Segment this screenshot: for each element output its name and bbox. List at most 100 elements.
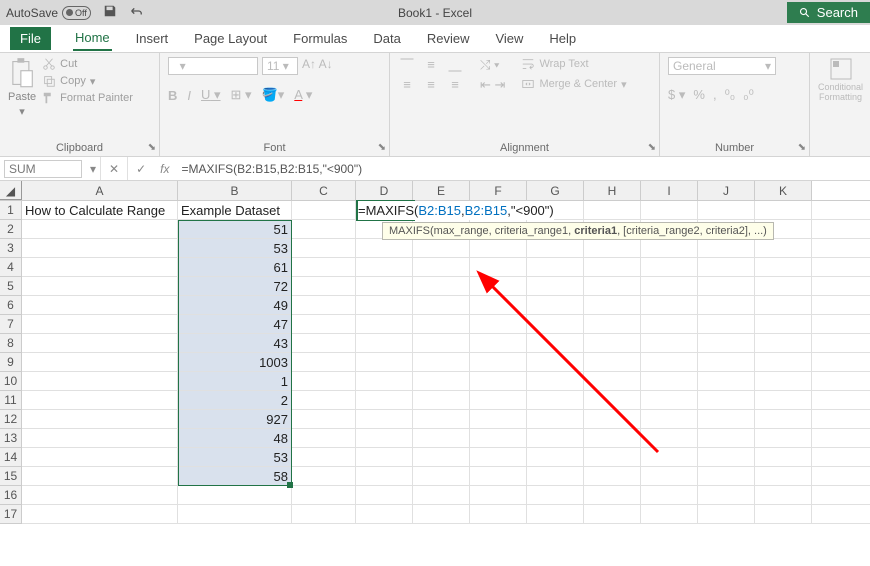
cell-f17[interactable] <box>470 505 527 523</box>
cell-k12[interactable] <box>755 410 812 428</box>
cell-k5[interactable] <box>755 277 812 295</box>
cell-j8[interactable] <box>698 334 755 352</box>
align-right-icon[interactable]: ≡ <box>446 77 464 92</box>
cell-j10[interactable] <box>698 372 755 390</box>
menu-formulas[interactable]: Formulas <box>291 27 349 50</box>
alignment-launcher-icon[interactable]: ⬊ <box>648 142 656 153</box>
cell-c16[interactable] <box>292 486 356 504</box>
cell-a11[interactable] <box>22 391 178 409</box>
menu-file[interactable]: File <box>10 27 51 50</box>
cell-c10[interactable] <box>292 372 356 390</box>
col-header-i[interactable]: I <box>641 181 698 200</box>
bold-button[interactable]: B <box>168 88 177 103</box>
cell-i6[interactable] <box>641 296 698 314</box>
cell-k16[interactable] <box>755 486 812 504</box>
number-launcher-icon[interactable]: ⬊ <box>798 142 806 153</box>
undo-icon[interactable] <box>123 4 149 21</box>
cell-g4[interactable] <box>527 258 584 276</box>
cell-a16[interactable] <box>22 486 178 504</box>
format-painter-button[interactable]: Format Painter <box>42 91 133 105</box>
cell-e17[interactable] <box>413 505 470 523</box>
name-box[interactable]: SUM <box>4 160 82 178</box>
underline-button[interactable]: U ▾ <box>201 87 221 103</box>
cell-h1[interactable] <box>584 201 641 219</box>
col-header-b[interactable]: B <box>178 181 292 200</box>
cell-j9[interactable] <box>698 353 755 371</box>
cell-g9[interactable] <box>527 353 584 371</box>
cell-i11[interactable] <box>641 391 698 409</box>
cell-j6[interactable] <box>698 296 755 314</box>
cell-d5[interactable] <box>356 277 413 295</box>
col-header-j[interactable]: J <box>698 181 755 200</box>
cell-d3[interactable] <box>356 239 413 257</box>
number-format-select[interactable]: General▾ <box>668 57 776 75</box>
cell-c12[interactable] <box>292 410 356 428</box>
cell-f3[interactable] <box>470 239 527 257</box>
cell-i12[interactable] <box>641 410 698 428</box>
cell-b13[interactable]: 48 <box>178 429 292 447</box>
row-header-17[interactable]: 17 <box>0 505 22 524</box>
cell-j3[interactable] <box>698 239 755 257</box>
cell-d7[interactable] <box>356 315 413 333</box>
font-name-select[interactable]: ▾ <box>168 57 258 75</box>
cell-c8[interactable] <box>292 334 356 352</box>
cell-j12[interactable] <box>698 410 755 428</box>
row-header-12[interactable]: 12 <box>0 410 22 429</box>
cell-g5[interactable] <box>527 277 584 295</box>
cell-c2[interactable] <box>292 220 356 238</box>
cell-g11[interactable] <box>527 391 584 409</box>
cell-h5[interactable] <box>584 277 641 295</box>
cell-c15[interactable] <box>292 467 356 485</box>
cell-f6[interactable] <box>470 296 527 314</box>
cell-a8[interactable] <box>22 334 178 352</box>
cell-h15[interactable] <box>584 467 641 485</box>
cell-i15[interactable] <box>641 467 698 485</box>
conditional-formatting-button[interactable]: Conditional Formatting <box>818 57 863 103</box>
cell-e12[interactable] <box>413 410 470 428</box>
cell-i1[interactable] <box>641 201 698 219</box>
cell-c9[interactable] <box>292 353 356 371</box>
cell-d4[interactable] <box>356 258 413 276</box>
col-header-c[interactable]: C <box>292 181 356 200</box>
cell-a13[interactable] <box>22 429 178 447</box>
cell-h9[interactable] <box>584 353 641 371</box>
cell-f14[interactable] <box>470 448 527 466</box>
cell-k11[interactable] <box>755 391 812 409</box>
cell-b8[interactable]: 43 <box>178 334 292 352</box>
row-header-11[interactable]: 11 <box>0 391 22 410</box>
cell-e7[interactable] <box>413 315 470 333</box>
cell-d17[interactable] <box>356 505 413 523</box>
row-header-9[interactable]: 9 <box>0 353 22 372</box>
menu-data[interactable]: Data <box>371 27 402 50</box>
cell-e3[interactable] <box>413 239 470 257</box>
cell-e11[interactable] <box>413 391 470 409</box>
cell-e13[interactable] <box>413 429 470 447</box>
cell-i17[interactable] <box>641 505 698 523</box>
cell-h12[interactable] <box>584 410 641 428</box>
cell-g12[interactable] <box>527 410 584 428</box>
cell-h8[interactable] <box>584 334 641 352</box>
cell-k8[interactable] <box>755 334 812 352</box>
cell-h3[interactable] <box>584 239 641 257</box>
cell-a6[interactable] <box>22 296 178 314</box>
cell-a3[interactable] <box>22 239 178 257</box>
cell-i9[interactable] <box>641 353 698 371</box>
cell-a14[interactable] <box>22 448 178 466</box>
cell-d15[interactable] <box>356 467 413 485</box>
cancel-formula-icon[interactable]: ✕ <box>100 157 127 180</box>
cell-b17[interactable] <box>178 505 292 523</box>
cell-e8[interactable] <box>413 334 470 352</box>
borders-button[interactable]: ⊞ ▾ <box>231 87 252 103</box>
cell-b6[interactable]: 49 <box>178 296 292 314</box>
cell-c3[interactable] <box>292 239 356 257</box>
menu-insert[interactable]: Insert <box>134 27 171 50</box>
cell-h16[interactable] <box>584 486 641 504</box>
row-header-8[interactable]: 8 <box>0 334 22 353</box>
cell-b11[interactable]: 2 <box>178 391 292 409</box>
cell-d11[interactable] <box>356 391 413 409</box>
cell-g17[interactable] <box>527 505 584 523</box>
cells-area[interactable]: =MAXIFS(B2:B15,B2:B15,"<900") MAXIFS(max… <box>22 201 870 524</box>
cell-h10[interactable] <box>584 372 641 390</box>
cell-i13[interactable] <box>641 429 698 447</box>
cell-i7[interactable] <box>641 315 698 333</box>
